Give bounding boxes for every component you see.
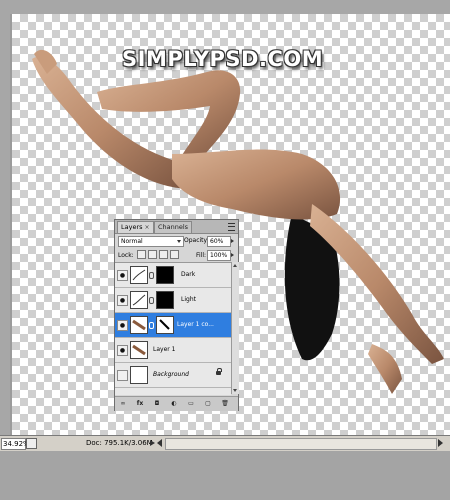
workspace-background bbox=[0, 451, 450, 500]
layer-name: Background bbox=[153, 371, 189, 378]
folder-icon[interactable]: ▭ bbox=[187, 400, 195, 408]
eye-icon[interactable]: ● bbox=[117, 345, 128, 356]
horizontal-scrollbar[interactable] bbox=[165, 438, 437, 450]
layers-list: ● Dark ● Light ● Layer 1 co... ● Layer 1… bbox=[115, 262, 231, 395]
fill-field[interactable]: 100% bbox=[207, 250, 231, 261]
link-icon bbox=[149, 322, 154, 329]
link-icon[interactable]: ∞ bbox=[119, 400, 127, 408]
ruler-left bbox=[0, 0, 10, 435]
layers-footer: ∞ fx ◘ ◐ ▭ ▢ 🗑 bbox=[115, 396, 238, 411]
lock-icon bbox=[216, 368, 222, 375]
layer-thumbnail bbox=[130, 366, 148, 384]
eye-icon[interactable]: ● bbox=[117, 320, 128, 331]
opacity-value: 60% bbox=[210, 238, 224, 245]
layer-thumbnail bbox=[130, 316, 148, 334]
lock-position-icon[interactable] bbox=[159, 250, 168, 259]
tab-layers[interactable]: Layers × bbox=[117, 221, 154, 233]
layer-name: Dark bbox=[181, 271, 196, 278]
chevron-down-icon bbox=[177, 240, 181, 243]
blend-mode-select[interactable]: Normal bbox=[118, 236, 184, 247]
opacity-label: Opacity: bbox=[184, 237, 209, 244]
fill-label: Fill: bbox=[196, 252, 207, 259]
layer-name: Layer 1 bbox=[153, 346, 176, 353]
link-icon bbox=[149, 272, 154, 279]
link-icon bbox=[149, 297, 154, 304]
status-menu-arrow-icon[interactable] bbox=[150, 440, 155, 446]
lock-image-icon[interactable] bbox=[148, 250, 157, 259]
layer-name: Layer 1 co... bbox=[177, 321, 214, 328]
layers-scrollbar[interactable] bbox=[231, 262, 239, 394]
panel-tabs: Layers × Channels bbox=[115, 220, 238, 234]
status-bar: 34.92% Doc: 795.1K/3.06M bbox=[0, 435, 450, 451]
doc-info: Doc: 795.1K/3.06M bbox=[86, 439, 153, 447]
scroll-left-icon[interactable] bbox=[157, 439, 162, 447]
scroll-right-icon[interactable] bbox=[438, 439, 443, 447]
lock-all-icon[interactable] bbox=[170, 250, 179, 259]
panel-menu-icon[interactable] bbox=[228, 223, 235, 231]
new-layer-icon[interactable]: ▢ bbox=[204, 400, 212, 408]
opacity-slider-arrow-icon[interactable] bbox=[231, 239, 234, 243]
ruler-top bbox=[0, 0, 450, 14]
close-icon[interactable]: × bbox=[145, 224, 150, 231]
opacity-field[interactable]: 60% bbox=[207, 236, 231, 247]
lock-label: Lock: bbox=[118, 252, 134, 259]
fill-slider-arrow-icon[interactable] bbox=[231, 253, 234, 257]
tab-channels[interactable]: Channels bbox=[154, 221, 193, 233]
layer-row-dark[interactable]: ● Dark bbox=[115, 263, 231, 288]
mask-icon[interactable]: ◘ bbox=[153, 400, 161, 408]
eye-icon[interactable]: ● bbox=[117, 295, 128, 306]
watermark-text: SIMPLYPSD.COM bbox=[122, 47, 324, 71]
eye-icon[interactable] bbox=[117, 370, 128, 381]
layer-thumbnail bbox=[130, 341, 148, 359]
photoshop-window: SIMPLYPSD.COM Layers × Channels Normal Op… bbox=[0, 0, 450, 500]
scroll-up-icon[interactable] bbox=[233, 264, 237, 267]
zoom-field[interactable]: 34.92% bbox=[1, 438, 30, 450]
tab-layers-label: Layers bbox=[121, 223, 143, 231]
layer-mask-thumbnail[interactable] bbox=[156, 291, 174, 309]
fill-value: 100% bbox=[210, 252, 228, 259]
lock-transparent-icon[interactable] bbox=[137, 250, 146, 259]
scroll-down-icon[interactable] bbox=[233, 389, 237, 392]
fx-icon[interactable]: fx bbox=[136, 400, 144, 408]
layer-row-layer-1-copy[interactable]: ● Layer 1 co... bbox=[115, 313, 231, 338]
layers-panel: Layers × Channels Normal Opacity: 60% Loc… bbox=[114, 219, 239, 411]
layer-row-background[interactable]: Background bbox=[115, 363, 231, 388]
adjustment-thumbnail-icon bbox=[130, 266, 148, 284]
tab-channels-label: Channels bbox=[158, 223, 189, 231]
document-icon[interactable] bbox=[26, 438, 37, 449]
adjustment-thumbnail-icon bbox=[130, 291, 148, 309]
adjustment-icon[interactable]: ◐ bbox=[170, 400, 178, 408]
layer-row-layer-1[interactable]: ● Layer 1 bbox=[115, 338, 231, 363]
layer-row-light[interactable]: ● Light bbox=[115, 288, 231, 313]
layer-mask-thumbnail[interactable] bbox=[156, 266, 174, 284]
blend-mode-value: Normal bbox=[121, 238, 143, 245]
eye-icon[interactable]: ● bbox=[117, 270, 128, 281]
layer-mask-thumbnail[interactable] bbox=[156, 316, 174, 334]
trash-icon[interactable]: 🗑 bbox=[221, 400, 229, 408]
layer-name: Light bbox=[181, 296, 196, 303]
